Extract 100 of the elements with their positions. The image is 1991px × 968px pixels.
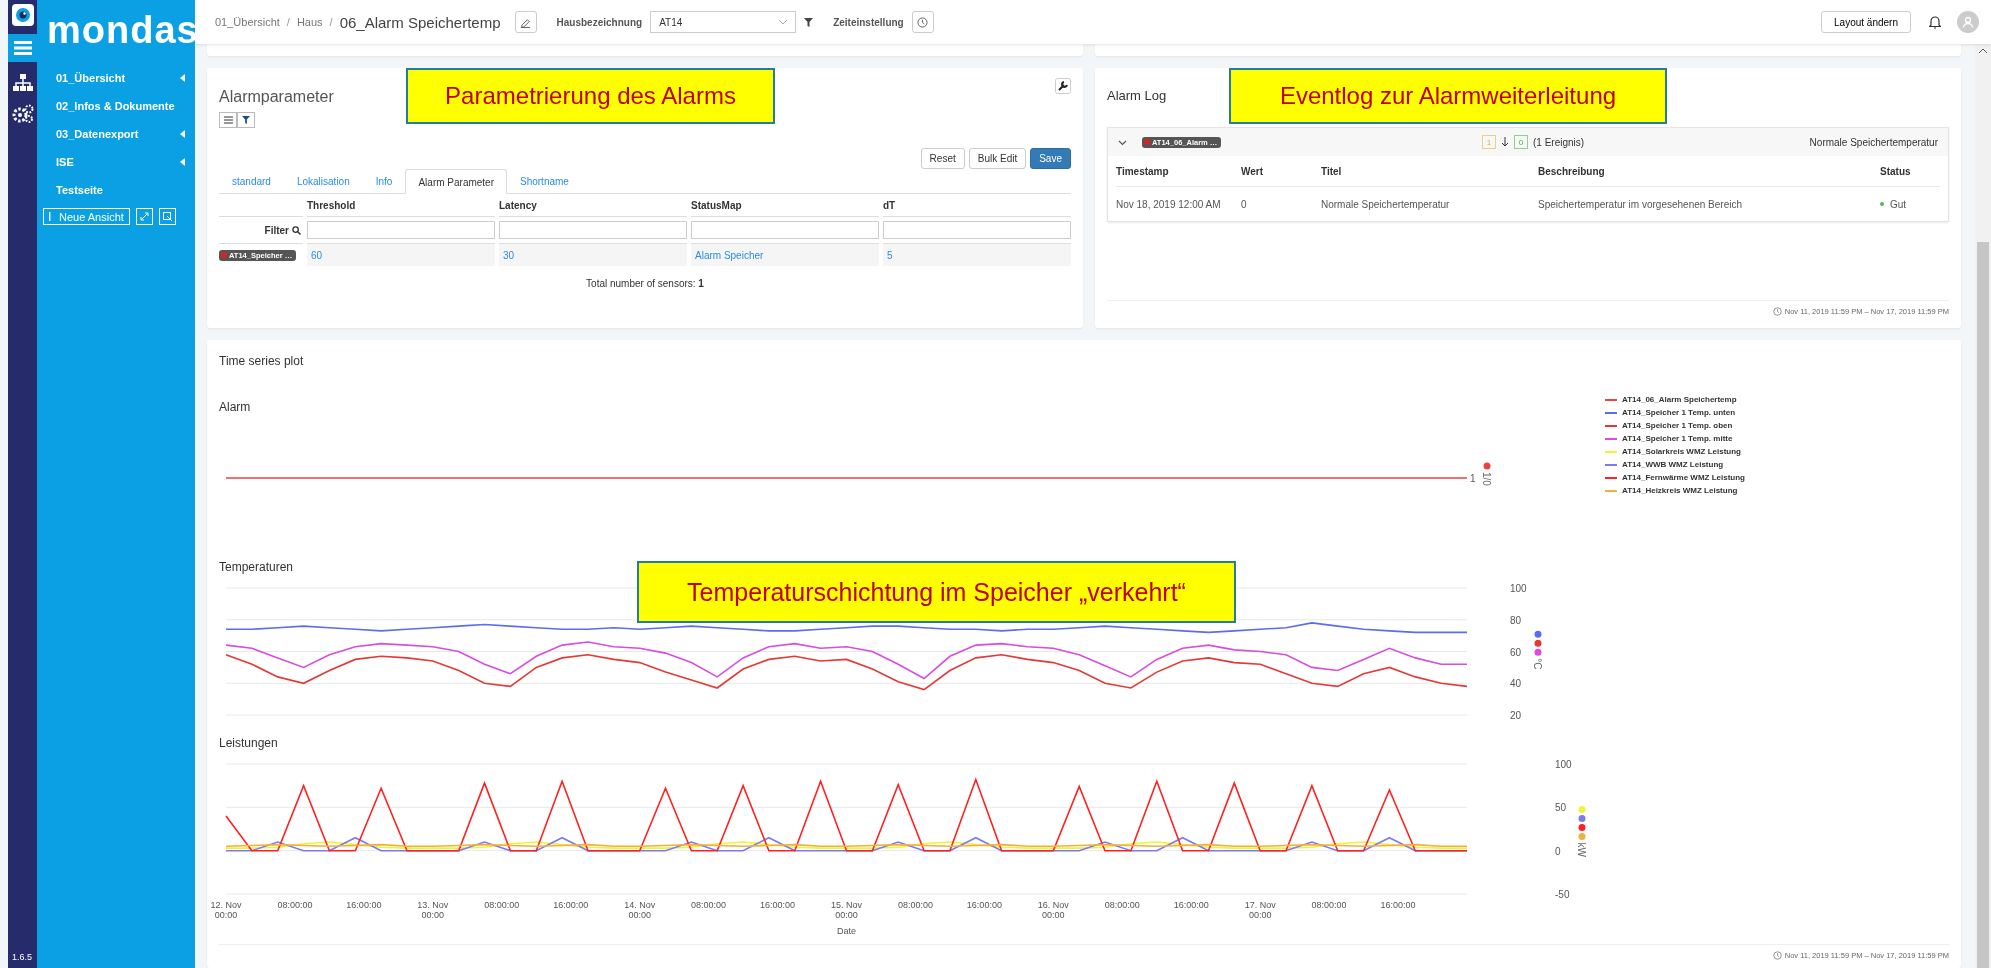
time-label: Zeiteinstellung [833, 16, 904, 28]
tab[interactable]: standard [219, 169, 284, 193]
select-icon[interactable] [158, 208, 176, 225]
status-text: Gut [1890, 198, 1907, 210]
axis-tick-label: 100 [1510, 583, 1527, 594]
house-label: Hausbezeichnung [556, 16, 643, 28]
axis-tick-label: 08:00:00 [897, 900, 933, 910]
tab[interactable]: Lokalisation [283, 169, 363, 193]
axis-title: kW [1576, 842, 1587, 857]
clock-icon [1772, 951, 1782, 960]
expand-icon[interactable] [135, 208, 153, 225]
nav-item[interactable]: ISE [37, 148, 195, 176]
legend-label: AT14_Speicher 1 Temp. oben [1622, 421, 1733, 430]
filter-icon[interactable] [237, 112, 255, 128]
table-cell[interactable]: 60 [311, 249, 323, 261]
filter-field[interactable] [307, 221, 495, 239]
table-cell: Speichertemperatur im vorgesehenen Bereich [1538, 198, 1742, 210]
legend-label: AT14_Speicher 1 Temp. mitte [1622, 434, 1733, 443]
card-title: Alarm Log [1107, 88, 1167, 103]
line-label: 1 [1470, 473, 1476, 484]
column-header: dT [883, 199, 896, 211]
chart-title: Leistungen [219, 736, 278, 750]
callout-note: Temperaturschichtung im Speicher „verkehrt“ [637, 561, 1236, 623]
clock-icon [1772, 307, 1782, 316]
legend-label: AT14_Fernwärme WMZ Leistung [1622, 473, 1745, 482]
chart-title: Temperaturen [219, 560, 294, 574]
action-button[interactable]: Save [1030, 148, 1071, 169]
axis-title: Date [837, 926, 856, 936]
event-summary: Normale Speichertemperatur [1809, 136, 1938, 148]
tab[interactable]: Info [362, 169, 406, 193]
axis-tick-label: 08:00:00 [1104, 900, 1140, 910]
column-header: Beschreibung [1538, 165, 1605, 177]
legend-label: AT14_Speicher 1 Temp. unten [1622, 408, 1736, 417]
table-cell[interactable]: 30 [503, 249, 515, 261]
nav-item[interactable]: 01_Übersicht [37, 64, 195, 92]
axis-tick-label: 60 [1510, 646, 1522, 658]
tab[interactable]: Alarm Parameter [405, 169, 507, 194]
breadcrumb-link[interactable]: 01_Übersicht [215, 16, 280, 28]
filter-icon[interactable] [804, 17, 814, 27]
filter-label: Filter [264, 224, 289, 236]
axis-tick-label: 12. Nov 00:00 [210, 900, 242, 920]
arrow-up-icon[interactable] [1979, 48, 1987, 54]
axis-tick-label: 08:00:00 [691, 900, 727, 910]
clock-icon [917, 16, 929, 28]
eye-logo-icon[interactable] [11, 4, 34, 26]
brand-logo: mondas [47, 8, 199, 52]
axis-tick-label: 15. Nov 00:00 [831, 900, 862, 920]
axis-tick-label: 50 [1555, 802, 1567, 814]
down-arrow-icon [1501, 137, 1509, 147]
warning-count: 1 [1482, 135, 1496, 149]
axis-tick-label: 16:00:00 [346, 900, 382, 910]
axis-tick-label: 13. Nov 00:00 [417, 900, 449, 920]
axis-tick-label: 14. Nov 00:00 [624, 900, 656, 920]
edit-button[interactable] [514, 11, 537, 33]
axis-tick-label: 08:00:00 [277, 900, 313, 910]
card-title: Alarmparameter [219, 88, 334, 106]
column-header: Threshold [307, 199, 356, 211]
action-button[interactable]: Reset [920, 148, 965, 169]
column-header: Timestamp [1116, 165, 1169, 177]
scrollbar[interactable] [1975, 44, 1991, 968]
bell-icon[interactable] [1929, 15, 1941, 29]
axis-tick-label: 16. Nov 00:00 [1037, 900, 1069, 920]
clock-button[interactable] [911, 11, 934, 33]
breadcrumb-link[interactable]: Haus [296, 16, 323, 28]
tab[interactable]: Shortname [507, 169, 582, 193]
total-count: Total number of sensors: 1 [586, 278, 704, 289]
filter-field[interactable] [499, 221, 687, 239]
menu-icon[interactable] [8, 34, 37, 62]
table-cell[interactable]: 5 [887, 249, 893, 261]
filter-field[interactable] [691, 221, 879, 239]
house-select[interactable]: AT14 [650, 11, 797, 33]
new-view-button[interactable]: Neue Ansicht [43, 208, 130, 225]
column-header: StatusMap [691, 199, 742, 211]
wrench-button[interactable] [1055, 78, 1071, 94]
action-button[interactable]: Bulk Edit [968, 148, 1027, 169]
version-label: 1.6.5 [12, 952, 33, 962]
axis-tick-label: 08:00:00 [484, 900, 520, 910]
breadcrumb-separator: / [286, 16, 290, 28]
filter-field[interactable] [883, 221, 1071, 239]
callout-note: Eventlog zur Alarmweiterleitung [1229, 68, 1667, 124]
axis-title: 1/0 [1481, 472, 1492, 486]
card-title: Time series plot [219, 354, 304, 368]
chevron-down-icon [779, 19, 788, 25]
axis-tick-label: 17. Nov 00:00 [1244, 900, 1276, 920]
axis-tick-label: 16:00:00 [966, 900, 1002, 910]
table-cell: Nov 18, 2019 12:00 AM [1116, 198, 1221, 210]
nav-item[interactable]: Testseite [37, 176, 195, 204]
axis-tick-label: 16:00:00 [1173, 900, 1209, 910]
column-header: Status [1880, 165, 1911, 177]
page-title: 06_Alarm Speichertemp [339, 13, 501, 31]
axis-tick-label: 0 [1555, 845, 1561, 857]
ok-count: 0 [1514, 135, 1528, 149]
nav-item[interactable]: 03_Datenexport [37, 120, 195, 148]
legend-label: AT14_Solarkreis WMZ Leistung [1622, 447, 1741, 456]
legend-label: AT14_06_Alarm Speichertemp [1622, 395, 1737, 404]
nav-item[interactable]: 02_Infos & Dokumente [37, 92, 195, 120]
layout-button[interactable]: Layout ändern [1821, 11, 1911, 33]
hierarchy-icon[interactable] [12, 74, 33, 92]
column-header: Wert [1241, 165, 1264, 177]
column-header: Latency [499, 199, 537, 211]
